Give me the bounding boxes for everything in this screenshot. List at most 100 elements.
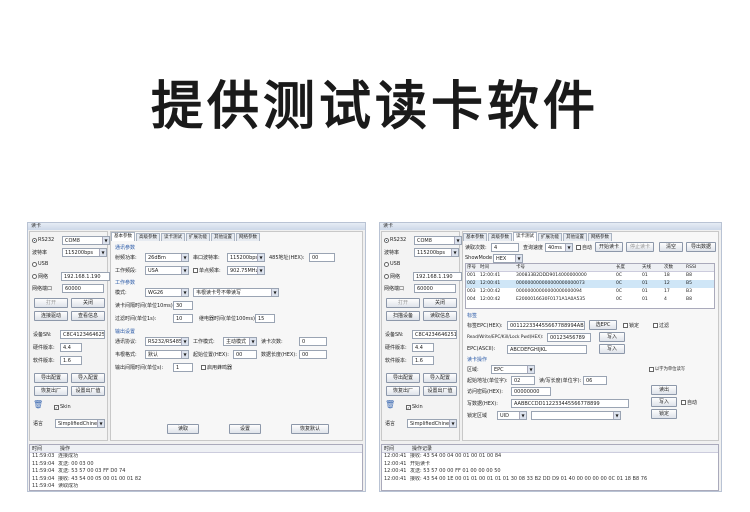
wiegand-select[interactable]: 默认 ▼ [145, 349, 189, 359]
skin-checkbox[interactable]: ✓ [406, 404, 411, 410]
read-data-button[interactable]: 读出 [651, 385, 677, 395]
com-port-select[interactable]: COM8 ▼ [414, 235, 462, 245]
word-unit-checkbox[interactable] [649, 366, 654, 372]
lock-data-button[interactable]: 锁定 [651, 409, 677, 419]
trash-icon[interactable]: 🗑 [33, 400, 43, 409]
tab-other[interactable]: 其他设置 [563, 233, 587, 241]
clear-button[interactable]: 清空 [659, 242, 683, 252]
table-row[interactable]: 004 12:00:42 E2000016630F0171A1A0A535 0C 01 4… [466, 296, 714, 304]
factory-reset-button[interactable]: 恢复出厂 [34, 386, 68, 396]
epc-ascii-field[interactable]: ABCDEFGHIJKL [507, 344, 587, 354]
skin-checkbox[interactable]: ✓ [54, 404, 59, 410]
buzzer-checkbox[interactable] [201, 364, 206, 370]
table-row[interactable]: 003 12:00:42 00000000000000000000094 0C 01 17… [466, 288, 714, 296]
set-factory-button[interactable]: 设置出厂值 [423, 386, 457, 396]
rs232-radio[interactable] [32, 237, 37, 243]
band-select[interactable]: USA ▼ [145, 265, 189, 275]
write-password-button[interactable]: 写入 [599, 332, 625, 342]
set-factory-button[interactable]: 设置出厂值 [71, 386, 105, 396]
tab-read-test[interactable]: 读卡测试 [513, 232, 537, 241]
speed-select[interactable]: 40ms ▼ [545, 242, 573, 252]
filter-checkbox[interactable] [653, 322, 659, 328]
export-config-button[interactable]: 导出配置 [34, 373, 68, 383]
read-button[interactable]: 读取 [167, 424, 199, 434]
select-epc-button[interactable]: 选EPC [589, 320, 617, 330]
tab-extended[interactable]: 扩展功能 [186, 233, 210, 241]
protocol-select[interactable]: RS232/RS485 ▼ [145, 336, 189, 346]
freq-select[interactable]: 902.75MHz ▼ [227, 265, 265, 275]
freq-checkbox[interactable] [193, 267, 198, 273]
write-epc-button[interactable]: 写入 [599, 344, 625, 354]
epc-field[interactable]: 001122334455667788994ABB [507, 320, 585, 330]
tab-extended[interactable]: 扩展功能 [538, 233, 562, 241]
mode-desc-select[interactable]: 韦根读卡号不带读写 ▼ [193, 287, 279, 297]
filter-field[interactable]: 10 [173, 313, 193, 323]
access-pwd-field[interactable]: 00000000 [511, 386, 551, 396]
write-data-button[interactable]: 写入 [651, 397, 677, 407]
interval-field[interactable]: 30 [173, 300, 193, 310]
usb-radio[interactable] [32, 261, 37, 267]
lock-checkbox[interactable] [623, 322, 628, 328]
start-field[interactable]: 00 [233, 349, 257, 359]
lock-area-select[interactable]: UID ▼ [497, 410, 527, 420]
area-select[interactable]: EPC ▼ [491, 364, 535, 374]
language-select[interactable]: SimplifiedChine ▼ [55, 418, 105, 428]
scan-device-button[interactable]: 连接驱动 [34, 311, 68, 321]
port-field[interactable]: 60000 [414, 283, 456, 293]
start-read-button[interactable]: 开始读卡 [595, 242, 623, 252]
show-mode-select[interactable]: HEX ▼ [493, 253, 523, 263]
tab-other[interactable]: 其他设置 [211, 233, 235, 241]
open-button[interactable]: 打开 [34, 298, 68, 308]
rs232-radio[interactable] [384, 237, 389, 243]
language-select[interactable]: SimplifiedChine ▼ [407, 418, 457, 428]
network-radio[interactable] [32, 273, 37, 279]
serial-select[interactable]: 115200bps ▼ [227, 252, 265, 262]
close-button[interactable]: 关闭 [423, 298, 457, 308]
table-row[interactable]: 002 12:00:41 000000000000000000000073 0C 01 1… [466, 280, 714, 288]
tab-basic[interactable]: 基本参数 [111, 232, 135, 241]
tab-network[interactable]: 网络参数 [236, 233, 260, 241]
ip-field[interactable]: 192.168.1.190 [413, 271, 462, 281]
power-select[interactable]: 26dBm ▼ [145, 252, 189, 262]
read-info-button[interactable]: 读取信息 [423, 311, 457, 321]
rw-length-field[interactable]: 06 [583, 375, 607, 385]
write-data-field[interactable]: AABBCCDD112233445566778899 [511, 398, 629, 408]
trigger-field[interactable]: 0 [299, 336, 327, 346]
baud-select[interactable]: 115200bps ▼ [414, 247, 459, 257]
scan-device-button[interactable]: 扫描设备 [386, 311, 420, 321]
export-data-button[interactable]: 导出数据 [686, 242, 716, 252]
relay-field[interactable]: 15 [255, 313, 275, 323]
tab-basic[interactable]: 基本参数 [463, 233, 487, 241]
usb-radio[interactable] [384, 261, 389, 267]
import-config-button[interactable]: 导入配置 [423, 373, 457, 383]
restore-default-button[interactable]: 恢复默认 [291, 424, 329, 434]
output-interval-field[interactable]: 1 [173, 362, 193, 372]
port-field[interactable]: 60000 [62, 283, 104, 293]
tab-network[interactable]: 网络参数 [588, 233, 612, 241]
close-button[interactable]: 关闭 [71, 298, 105, 308]
export-config-button[interactable]: 导出配置 [386, 373, 420, 383]
tab-advanced[interactable]: 高级参数 [136, 233, 160, 241]
table-row[interactable]: 001 12:00:41 300833B2DDD9014000000000 0C 01 1… [466, 272, 714, 280]
auto-checkbox[interactable] [576, 244, 581, 250]
import-config-button[interactable]: 导入配置 [71, 373, 105, 383]
tab-advanced[interactable]: 高级参数 [488, 233, 512, 241]
tab-read-test[interactable]: 读卡测试 [161, 233, 185, 241]
count-field[interactable]: 4 [491, 242, 519, 252]
lock-type-select[interactable]: ▼ [531, 410, 621, 420]
com-port-select[interactable]: COM8 ▼ [62, 235, 110, 245]
password-field[interactable]: 00123456789 [547, 332, 591, 342]
start-addr-field[interactable]: 02 [511, 375, 535, 385]
auto-write-checkbox[interactable] [681, 399, 686, 405]
addr-field[interactable]: 00 [309, 252, 335, 262]
ip-field[interactable]: 192.168.1.190 [61, 271, 110, 281]
set-button[interactable]: 设置 [229, 424, 261, 434]
stop-read-button[interactable]: 停止读卡 [626, 242, 654, 252]
baud-select[interactable]: 115200bps ▼ [62, 247, 107, 257]
mode-select[interactable]: WG26 ▼ [145, 287, 189, 297]
read-info-button[interactable]: 查看信息 [71, 311, 105, 321]
open-button[interactable]: 打开 [386, 298, 420, 308]
work-mode-select[interactable]: 主动模式 ▼ [223, 336, 257, 346]
factory-reset-button[interactable]: 恢复出厂 [386, 386, 420, 396]
network-radio[interactable] [384, 273, 389, 279]
